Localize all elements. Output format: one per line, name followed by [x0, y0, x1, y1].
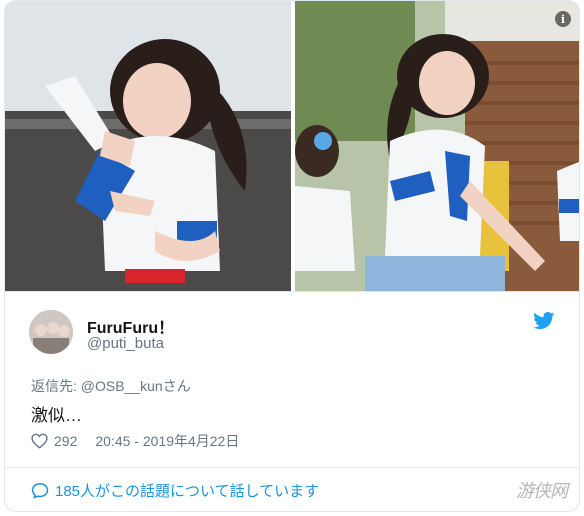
reply-mention-link[interactable]: @OSB__kunさん: [81, 378, 191, 394]
tweet-card: i FuruFuru！ @puti_buta 返信先: @OSB__kunさん …: [4, 0, 580, 512]
reply-to-line: 返信先: @OSB__kunさん: [31, 376, 191, 396]
photo-left[interactable]: [5, 1, 291, 291]
photo-right-image: [295, 1, 579, 291]
watermark-logo: 游侠网: [516, 481, 568, 502]
like-count[interactable]: 292: [54, 433, 77, 449]
photo-left-image: [5, 1, 291, 291]
info-icon[interactable]: i: [555, 11, 571, 27]
reply-prefix: 返信先:: [31, 378, 81, 394]
tweet-media[interactable]: i: [5, 1, 579, 291]
conversation-link[interactable]: 185人がこの話題について話しています: [31, 480, 319, 501]
conversation-text[interactable]: 185人がこの話題について話しています: [55, 480, 319, 501]
photo-right[interactable]: i: [295, 1, 579, 291]
tweet-text: 激似…: [31, 406, 82, 425]
tweet-meta: 292 20:45 - 2019年4月22日: [31, 431, 239, 451]
tweet-timestamp[interactable]: 20:45 - 2019年4月22日: [95, 431, 239, 451]
speech-bubble-icon: [31, 482, 49, 499]
twitter-bird-icon[interactable]: [533, 312, 555, 330]
avatar[interactable]: [29, 310, 73, 354]
heart-icon[interactable]: [31, 433, 48, 449]
footer-divider: [5, 467, 579, 468]
user-handle[interactable]: @puti_buta: [87, 335, 164, 352]
avatar-image: [29, 310, 73, 354]
tweet-body: FuruFuru！ @puti_buta 返信先: @OSB__kunさん 激似…: [5, 292, 579, 467]
